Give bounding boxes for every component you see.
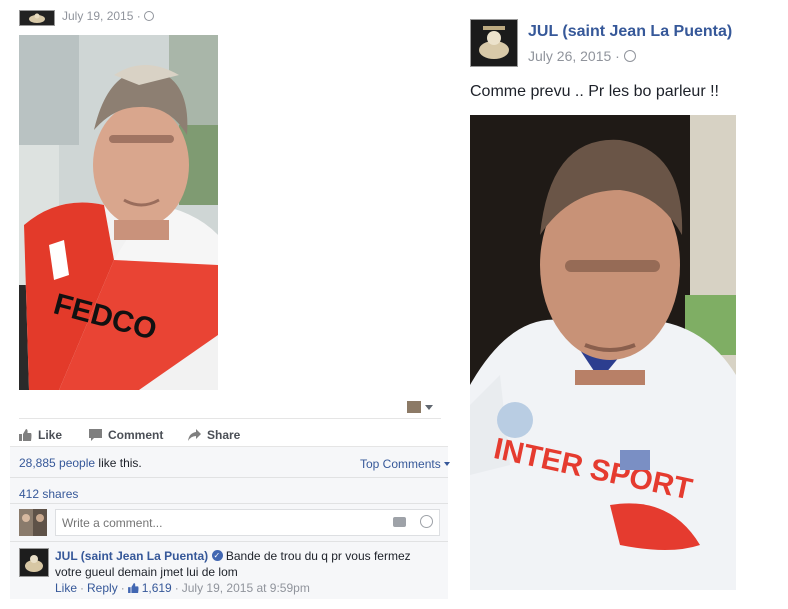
globe-icon (623, 50, 636, 62)
comment-meta: Like · Reply · 1,619 · July 19, 2015 at … (55, 581, 310, 595)
left-post-avatar[interactable] (19, 10, 55, 26)
comment-body: JUL (saint Jean La Puenta) ✓ Bande de tr… (55, 548, 425, 580)
top-comments-dropdown[interactable]: Top Comments (360, 457, 450, 471)
share-icon (188, 429, 201, 441)
comment-timestamp[interactable]: July 19, 2015 at 9:59pm (182, 581, 310, 595)
photo-reactions-menu[interactable] (407, 401, 433, 413)
verified-badge-icon: ✓ (211, 550, 223, 561)
chevron-down-icon (443, 462, 450, 466)
reactions-avatar-icon (407, 401, 421, 413)
feedback-divider-2 (10, 503, 448, 504)
thumbs-up-icon (127, 583, 139, 593)
right-post-photo[interactable]: INTER SPORT (470, 115, 736, 590)
commenter-avatar (19, 509, 47, 536)
comment-icon (89, 429, 102, 441)
feedback-divider-3 (10, 541, 448, 542)
comment-likes-count[interactable]: 1,619 (142, 581, 172, 595)
right-post-text: Comme prevu .. Pr les bo parleur !! (470, 83, 719, 100)
emoji-icon[interactable] (420, 515, 433, 528)
left-post-photo[interactable]: FEDCO (19, 35, 218, 390)
comment-input[interactable] (55, 509, 440, 536)
comment-author-name[interactable]: JUL (saint Jean La Puenta) (55, 549, 208, 563)
shares-link[interactable]: 412 shares (19, 487, 78, 501)
right-post-author[interactable]: JUL (saint Jean La Puenta) (528, 23, 732, 41)
likes-count-link[interactable]: 28,885 people (19, 456, 95, 470)
thumbs-up-icon (19, 429, 32, 441)
comment-like-link[interactable]: Like (55, 581, 77, 595)
likes-summary: 28,885 people like this. (19, 456, 142, 470)
right-post-date[interactable]: July 26, 2015 · (528, 48, 636, 64)
chevron-down-icon (425, 404, 433, 410)
action-bar-divider (19, 418, 441, 419)
left-post-date[interactable]: July 19, 2015 · (62, 9, 155, 23)
camera-icon[interactable] (393, 517, 406, 527)
share-button[interactable]: Share (188, 428, 240, 442)
right-post-avatar[interactable] (470, 19, 518, 67)
comment-button[interactable]: Comment (89, 428, 163, 442)
comment-author-avatar[interactable] (19, 548, 49, 577)
globe-icon (144, 11, 155, 21)
feedback-divider-1 (10, 477, 448, 478)
like-button[interactable]: Like (19, 428, 62, 442)
comment-reply-link[interactable]: Reply (87, 581, 118, 595)
